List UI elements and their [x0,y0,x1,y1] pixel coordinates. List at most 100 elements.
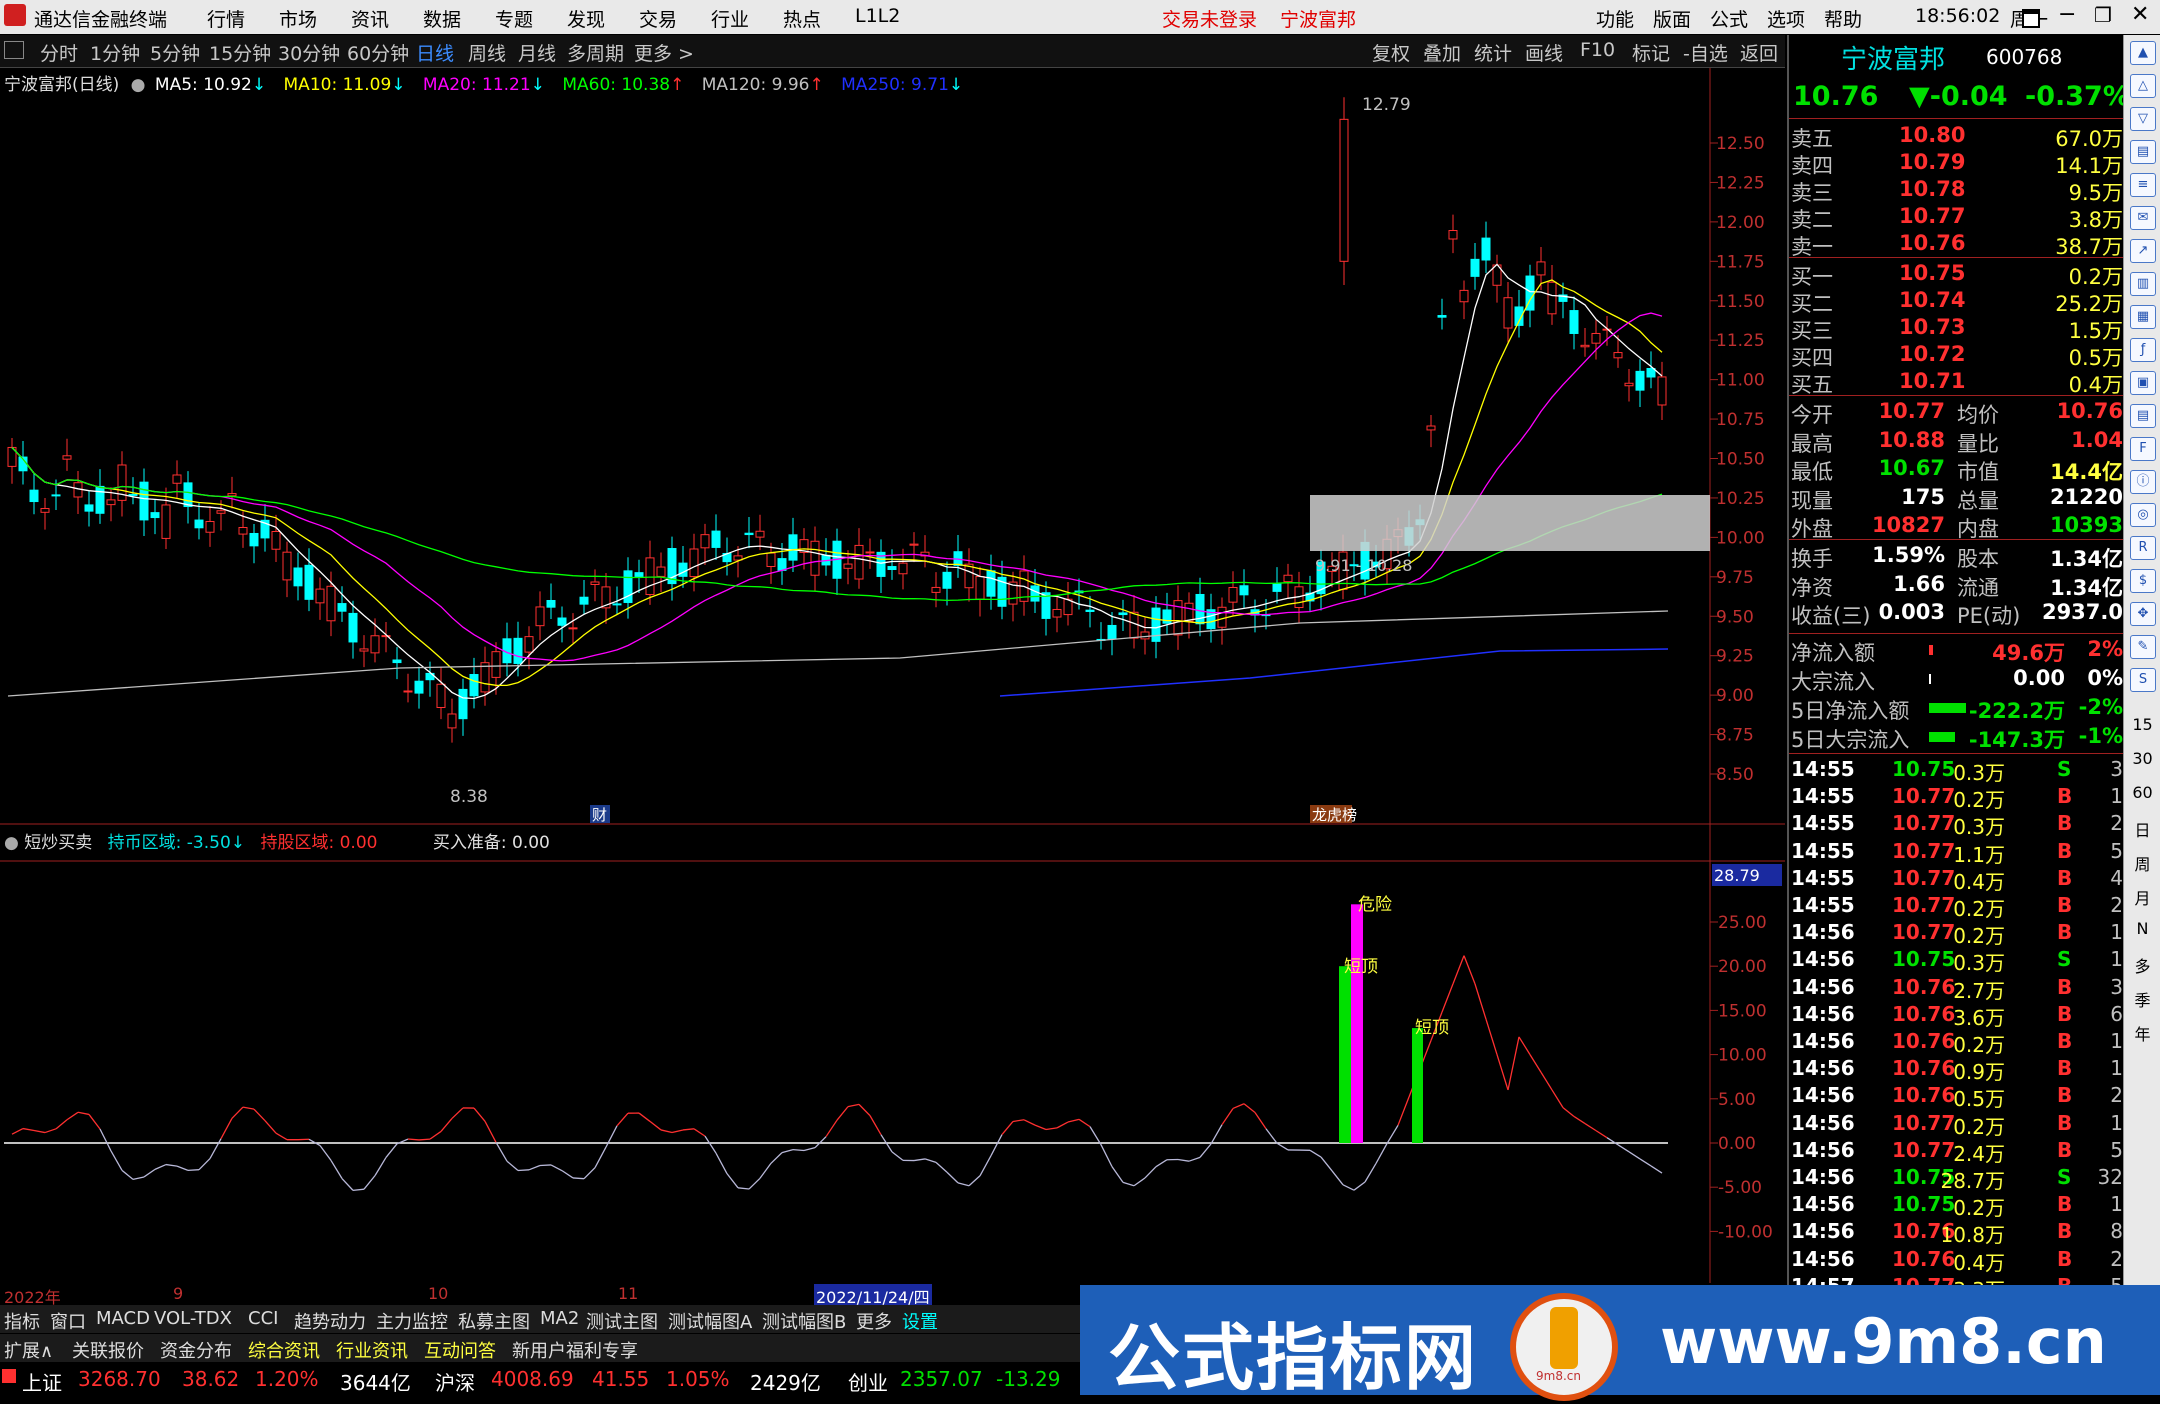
indicator-tab[interactable]: 更多 [856,1308,892,1334]
tf-60min[interactable]: 60分钟 [347,39,409,66]
menu-industry[interactable]: 行业 [711,5,749,32]
indicator-tab[interactable]: MACD [96,1308,150,1329]
tool-self-select[interactable]: -自选 [1683,39,1728,66]
extension-tab[interactable]: 新用户福利专享 [512,1337,638,1363]
menu-market[interactable]: 市场 [279,5,317,32]
tf-5min[interactable]: 5分钟 [150,39,200,66]
menu-topic[interactable]: 专题 [495,5,533,32]
menu-help[interactable]: 帮助 [1824,5,1862,32]
up-arrow-icon[interactable]: ▲ [2130,41,2156,65]
table-icon[interactable]: ▤ [2130,404,2156,428]
indicator-tab[interactable]: 指标 [4,1308,40,1334]
indicator-tab[interactable]: CCI [248,1308,278,1329]
menu-news[interactable]: 资讯 [351,5,389,32]
tf-more[interactable]: 更多 > [634,39,694,66]
period-shortcut[interactable]: 年 [2124,1021,2160,1045]
indicator-tab[interactable]: 私募主图 [458,1308,530,1334]
indicator-tab[interactable]: 主力监控 [376,1308,448,1334]
tool-back[interactable]: 返回 [1740,39,1778,66]
period-shortcut[interactable]: 30 [2124,749,2160,768]
period-shortcut[interactable]: 季 [2124,987,2160,1011]
period-shortcut[interactable]: 60 [2124,783,2160,802]
menu-data[interactable]: 数据 [423,5,461,32]
doc-icon[interactable]: ▣ [2130,371,2156,395]
tool-draw[interactable]: 画线 [1525,39,1563,66]
tool-stats[interactable]: 统计 [1474,39,1512,66]
restore-icon[interactable]: ❐ [2094,3,2112,27]
money-icon[interactable]: $ [2130,569,2156,593]
hs-name[interactable]: 沪深 [435,1367,475,1396]
target-icon[interactable]: ◎ [2130,503,2156,527]
menu-trade[interactable]: 交易 [639,5,677,32]
period-shortcut[interactable]: 15 [2124,715,2160,734]
window-icon[interactable] [2022,9,2040,28]
indicator-tab[interactable]: VOL-TDX [154,1308,232,1329]
panel-toggle-icon[interactable] [4,41,24,59]
indicator-tab[interactable]: 测试主图 [586,1308,658,1334]
period-shortcut[interactable]: 月 [2124,885,2160,909]
bar-icon[interactable]: ▥ [2130,272,2156,296]
indicator-tab[interactable]: 窗口 [50,1308,86,1334]
indicator-tab[interactable]: 测试幅图B [762,1308,846,1334]
fund-icon[interactable]: ƒ [2130,338,2156,362]
candle-body [657,567,665,576]
info-icon[interactable]: ⓘ [2130,470,2156,494]
tool-f10[interactable]: F10 [1580,39,1615,61]
menu-layout[interactable]: 版面 [1653,5,1691,32]
down-arrow-icon[interactable]: ▽ [2130,107,2156,131]
chart-icon[interactable]: ▤ [2130,140,2156,164]
indicator-tab[interactable]: 测试幅图A [668,1308,752,1334]
period-shortcut[interactable]: 多 [2124,953,2160,977]
menu-hot[interactable]: 热点 [783,5,821,32]
indicator-tab[interactable]: MA2 [540,1308,579,1329]
tool-mark[interactable]: 标记 [1632,39,1670,66]
menu-options[interactable]: 选项 [1767,5,1805,32]
tf-30min[interactable]: 30分钟 [278,39,340,66]
settings-icon[interactable]: S [2130,668,2156,692]
menu-l1l2[interactable]: L1L2 [855,5,900,27]
sub-indicator-icon[interactable]: ● [4,833,19,853]
menu-quotes[interactable]: 行情 [207,5,245,32]
tf-daily[interactable]: 日线 [416,39,454,66]
menu-formula[interactable]: 公式 [1710,5,1748,32]
f10-icon[interactable]: F [2130,437,2156,461]
menu-function[interactable]: 功能 [1596,5,1634,32]
indicator-tab[interactable]: 趋势动力 [294,1308,366,1334]
tool-adjust[interactable]: 复权 [1372,39,1410,66]
tf-monthly[interactable]: 月线 [518,39,556,66]
tf-multi[interactable]: 多周期 [567,39,624,66]
extension-tab[interactable]: 互动问答 [424,1337,496,1363]
period-shortcut[interactable]: 周 [2124,851,2160,875]
tf-15min[interactable]: 15分钟 [209,39,271,66]
candle-body [1471,259,1479,276]
candle-body [30,490,38,501]
news-icon[interactable]: ✉ [2130,206,2156,230]
tf-1min[interactable]: 1分钟 [90,39,140,66]
grid-icon[interactable]: ▦ [2130,305,2156,329]
move-icon[interactable]: ✥ [2130,602,2156,626]
login-status[interactable]: 交易未登录 [1162,5,1257,32]
minimize-icon[interactable]: − [2058,2,2076,27]
rsi-icon[interactable]: R [2130,536,2156,560]
cy-name[interactable]: 创业 [848,1367,888,1396]
extension-tab[interactable]: 扩展∧ [4,1337,53,1363]
list-icon[interactable]: ≡ [2130,173,2156,197]
extension-tab[interactable]: 关联报价 [72,1337,144,1363]
tool-overlay[interactable]: 叠加 [1423,39,1461,66]
sh-name[interactable]: 上证 [22,1367,62,1396]
up-arrow-icon[interactable]: △ [2130,74,2156,98]
indicator-tab[interactable]: 设置 [902,1308,938,1334]
chart-area[interactable]: 12.5012.2512.0011.7511.5011.2511.0010.75… [0,68,1785,1283]
extension-tab[interactable]: 综合资讯 [248,1337,320,1363]
close-icon[interactable]: ✕ [2131,2,2149,27]
pen-icon[interactable]: ✎ [2130,635,2156,659]
tf-weekly[interactable]: 周线 [468,39,506,66]
extension-tab[interactable]: 行业资讯 [336,1337,408,1363]
period-shortcut[interactable]: 日 [2124,817,2160,841]
period-shortcut[interactable]: N [2124,919,2160,938]
trend-icon[interactable]: ↗ [2130,239,2156,263]
tf-timeshare[interactable]: 分时 [40,39,78,66]
menu-discover[interactable]: 发现 [567,5,605,32]
indicator-menu-icon[interactable]: ● [131,75,146,95]
extension-tab[interactable]: 资金分布 [160,1337,232,1363]
